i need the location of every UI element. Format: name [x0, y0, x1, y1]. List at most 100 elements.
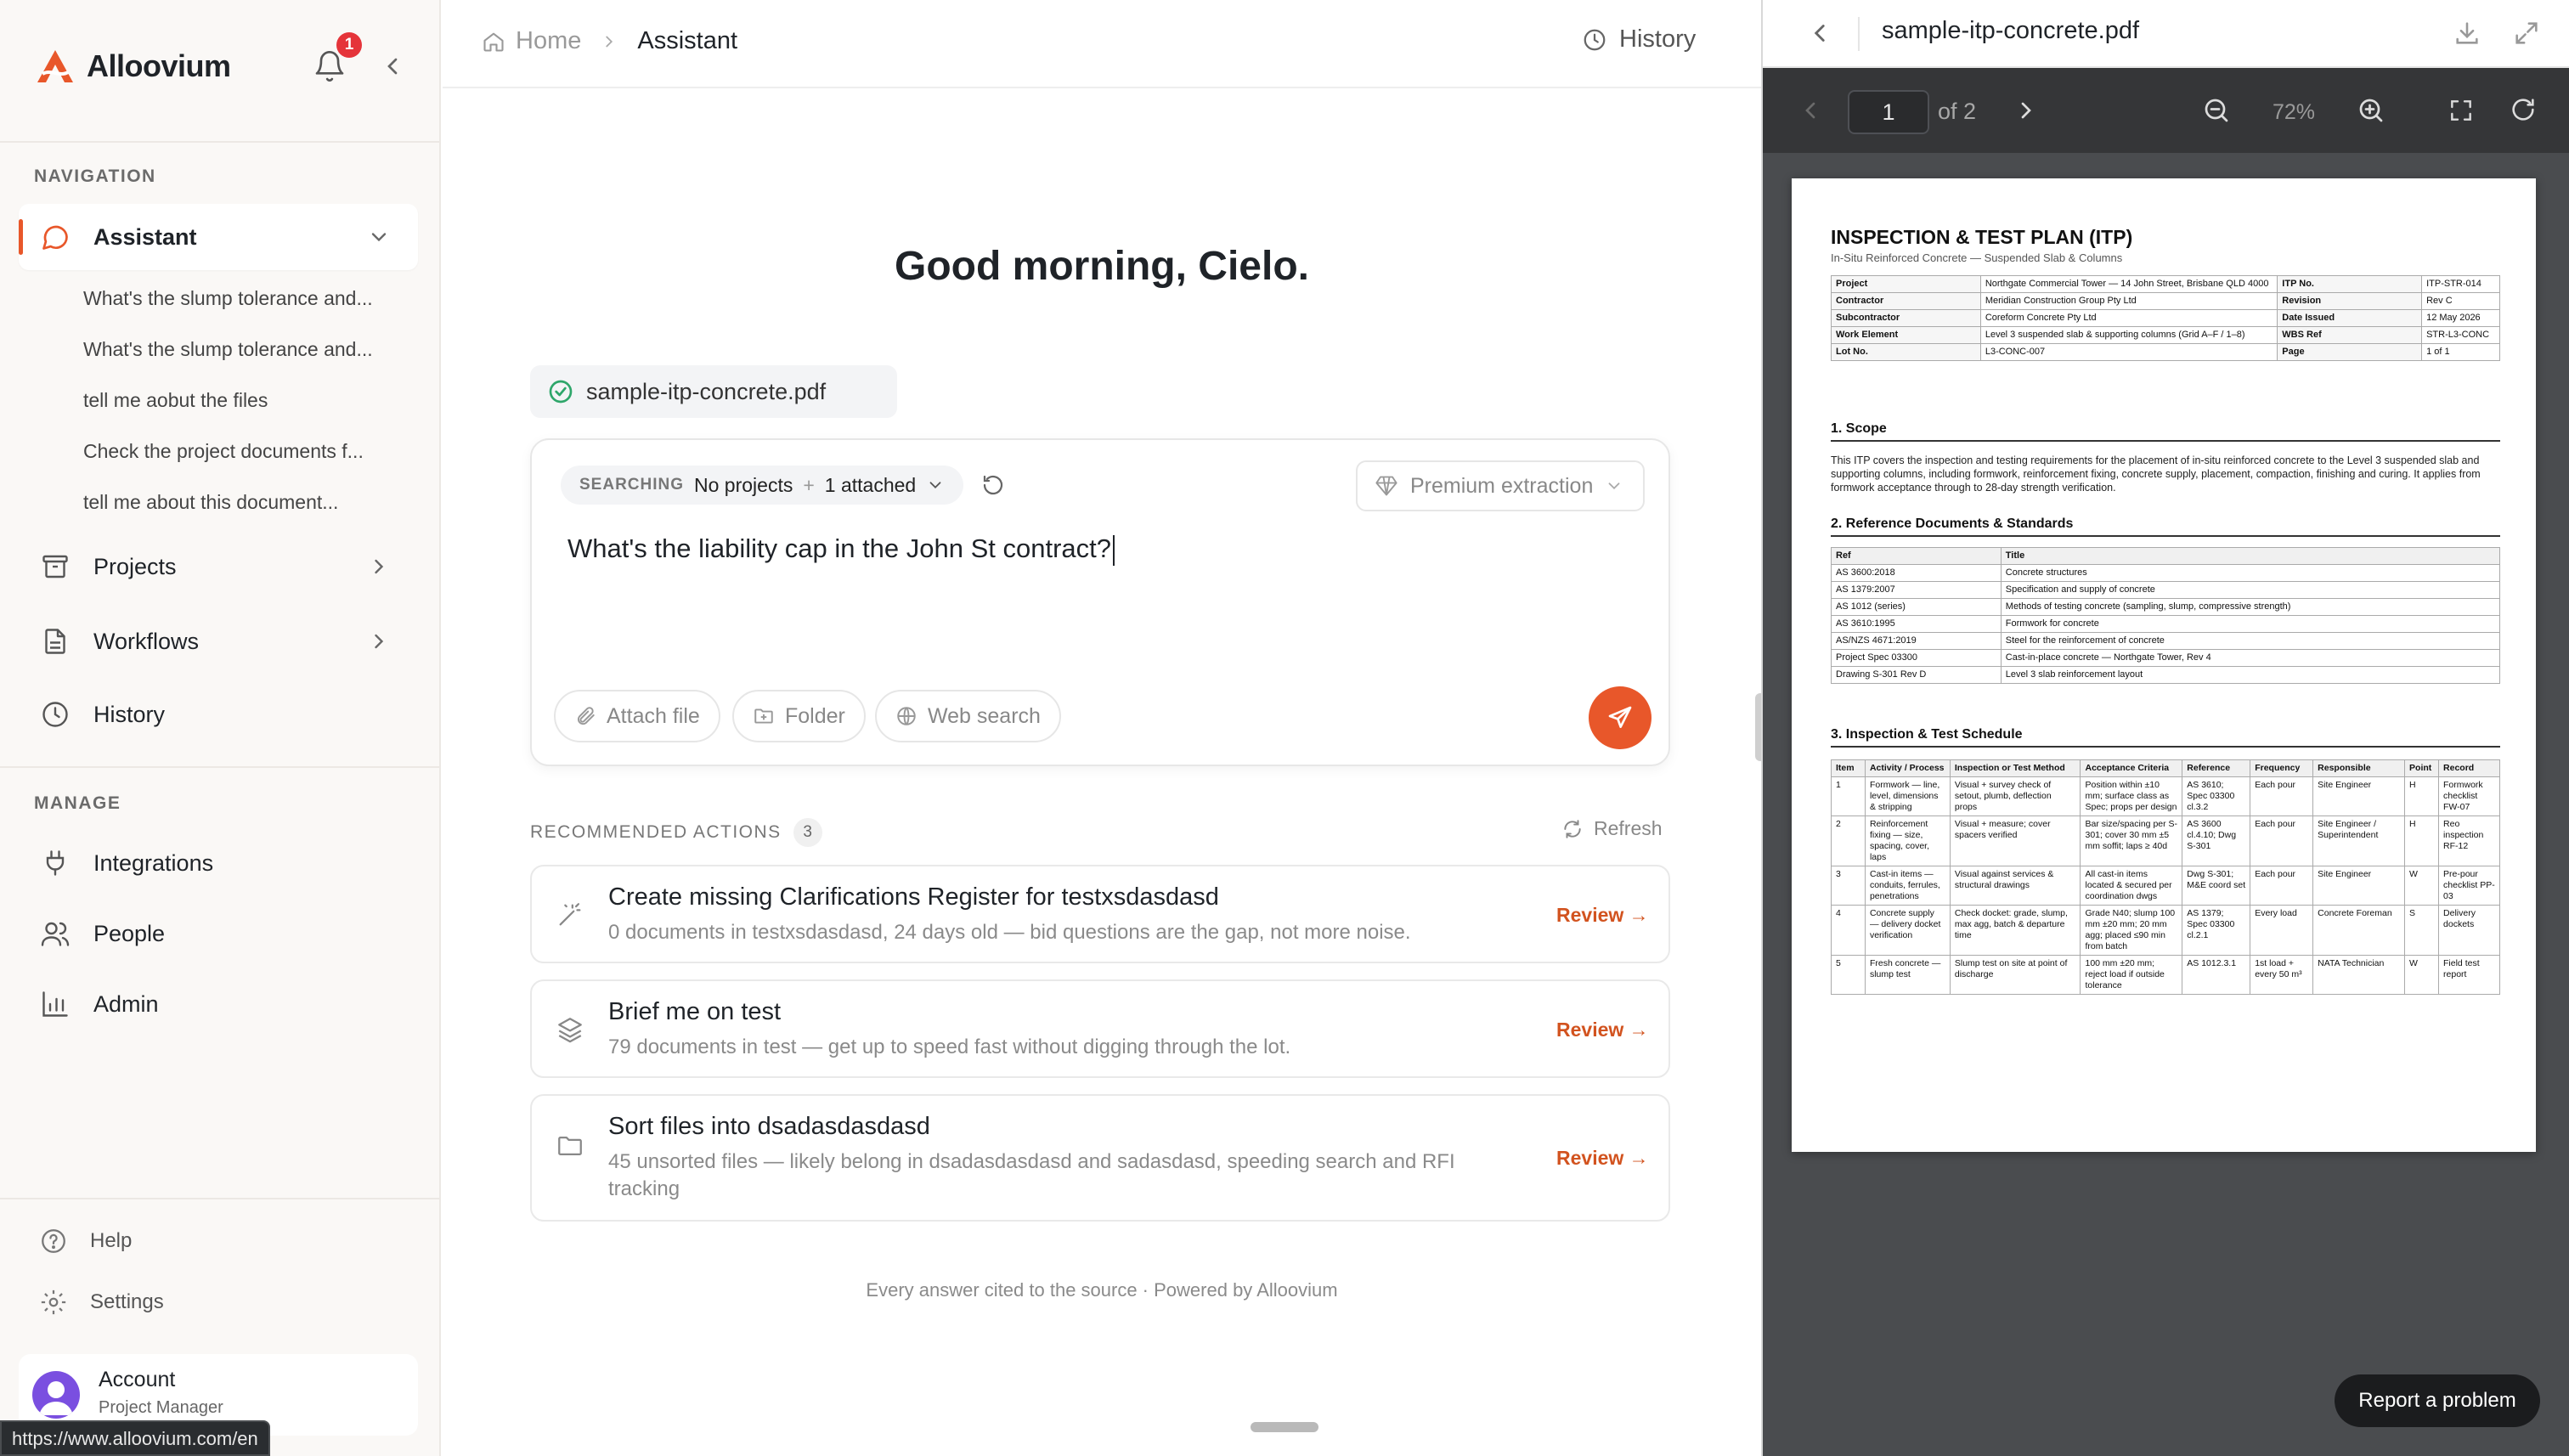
- table-cell: NATA Technician: [2312, 955, 2406, 995]
- rotate-icon[interactable]: [2509, 95, 2538, 124]
- sidebar-item-people[interactable]: People: [39, 917, 165, 950]
- table-cell: Project Spec 03300: [1831, 649, 2002, 667]
- table-cell: Meridian Construction Group Pty Ltd: [1979, 292, 2278, 310]
- report-problem-button[interactable]: Report a problem: [2335, 1374, 2540, 1427]
- chevron-down-icon: [926, 476, 945, 494]
- web-search-button[interactable]: Web search: [875, 690, 1061, 742]
- table-cell: L3-CONC-007: [1979, 343, 2278, 361]
- table-cell: Visual + survey check of setout, plumb, …: [1949, 776, 2081, 816]
- prev-page-icon[interactable]: [1797, 97, 1824, 124]
- sidebar-item-settings[interactable]: Settings: [39, 1288, 164, 1317]
- topbar: Home Assistant: [443, 0, 1761, 88]
- zoom-in-icon[interactable]: [2356, 95, 2386, 126]
- recent-chat-item[interactable]: What's the slump tolerance and...: [83, 338, 373, 361]
- table-cell: Coreform Concrete Pty Ltd: [1979, 309, 2278, 327]
- diamond-icon: [1375, 474, 1398, 498]
- fit-page-icon[interactable]: [2448, 97, 2475, 124]
- table-cell: ITP No.: [2277, 275, 2423, 293]
- refresh-label: Refresh: [1594, 817, 1663, 839]
- table-cell: Point: [2404, 759, 2440, 777]
- download-icon[interactable]: [2453, 19, 2481, 48]
- collapse-sidebar-icon[interactable]: [379, 53, 406, 80]
- drag-handle[interactable]: [1251, 1422, 1318, 1432]
- table-cell: Record: [2438, 759, 2500, 777]
- recommended-action-card[interactable]: Brief me on test 79 documents in test — …: [530, 979, 1670, 1078]
- table-cell: Pre-pour checklist PP-03: [2438, 866, 2500, 906]
- table-cell: AS 1012 (series): [1831, 598, 2002, 616]
- recent-chat-item[interactable]: tell me about this document...: [83, 491, 338, 514]
- attached-file-chip[interactable]: sample-itp-concrete.pdf: [530, 365, 897, 418]
- table-cell: Every load: [2250, 905, 2314, 956]
- review-link[interactable]: Review →: [1556, 1019, 1649, 1041]
- page-number-input[interactable]: 1: [1848, 90, 1929, 134]
- history-button[interactable]: History: [1582, 25, 1696, 54]
- query-input[interactable]: What's the liability cap in the John St …: [567, 533, 1115, 566]
- sidebar-item-workflows[interactable]: Workflows: [39, 625, 199, 657]
- table-cell: Grade N40; slump 100 mm ±20 mm; 20 mm ag…: [2080, 905, 2183, 956]
- chevron-down-icon[interactable]: [367, 225, 391, 249]
- sidebar-item-label: Assistant: [93, 223, 197, 250]
- table-cell: Dwg S-301; M&E coord set: [2182, 866, 2251, 906]
- recent-chat-item[interactable]: tell me aobut the files: [83, 389, 268, 412]
- sidebar-item-label: Help: [90, 1229, 133, 1252]
- back-icon[interactable]: [1805, 19, 1834, 48]
- chevron-right-icon[interactable]: [367, 555, 391, 578]
- folder-button[interactable]: Folder: [732, 690, 866, 742]
- status-bar-url: https://www.alloovium.com/en: [0, 1420, 270, 1456]
- table-cell: Formwork for concrete: [2000, 615, 2501, 633]
- send-button[interactable]: [1589, 686, 1652, 749]
- table-cell: Contractor: [1831, 292, 1981, 310]
- table-row: 5 Fresh concrete — slump test Slump test o…: [1831, 955, 2500, 995]
- scope-separator: +: [803, 473, 815, 496]
- sidebar-item-integrations[interactable]: Integrations: [39, 847, 213, 879]
- table-cell: Reo inspection RF-12: [2438, 815, 2500, 866]
- manage-label: MANAGE: [34, 793, 121, 813]
- chevron-right-icon[interactable]: [367, 629, 391, 653]
- table-cell: Responsible: [2312, 759, 2406, 777]
- table-cell: Site Engineer: [2312, 866, 2406, 906]
- chevron-right-icon: [600, 32, 618, 51]
- schedule-table: Item Activity / Process Inspection or Test…: [1831, 759, 2500, 995]
- project-meta-table: Project Northgate Commercial Tower — 14 J…: [1831, 275, 2500, 361]
- users-icon: [39, 917, 71, 950]
- table-cell: Bar size/spacing per S-301; cover 30 mm …: [2080, 815, 2183, 866]
- reset-icon[interactable]: [980, 472, 1006, 498]
- breadcrumb-home[interactable]: Home: [516, 27, 581, 55]
- table-row: AS 1012 (series) Methods of testing concr…: [1831, 598, 2501, 616]
- table-cell: W: [2404, 866, 2440, 906]
- refresh-button[interactable]: Refresh: [1561, 817, 1663, 840]
- recommended-action-card[interactable]: Create missing Clarifications Register f…: [530, 865, 1670, 963]
- table-cell: Steel for the reinforcement of concrete: [2000, 632, 2501, 650]
- table-cell: 100 mm ±20 mm; reject load if outside to…: [2080, 955, 2183, 995]
- home-icon[interactable]: [482, 30, 505, 54]
- sidebar-item-help[interactable]: Help: [39, 1227, 132, 1256]
- sidebar-item-assistant[interactable]: Assistant: [39, 221, 197, 253]
- review-link[interactable]: Review →: [1556, 1147, 1649, 1170]
- table-cell: Cast-in-place concrete — Northgate Tower…: [2000, 649, 2501, 667]
- recommended-action-card[interactable]: Sort files into dsadasdasdasd 45 unsorte…: [530, 1094, 1670, 1222]
- sidebar-item-history[interactable]: History: [39, 698, 165, 731]
- search-scope-dropdown[interactable]: SEARCHING No projects + 1 attached: [561, 466, 964, 505]
- table-cell: Formwork — line, level, dimensions & str…: [1864, 776, 1951, 816]
- recent-chat-item[interactable]: Check the project documents f...: [83, 440, 364, 463]
- folder-plus-icon: [753, 705, 775, 727]
- table-cell: AS 1012.3.1: [2182, 955, 2251, 995]
- divider: [1858, 17, 1860, 51]
- action-description: 45 unsorted files — likely belong in dsa…: [608, 1150, 1455, 1200]
- table-cell: 2: [1831, 815, 1866, 866]
- table-cell: Field test report: [2438, 955, 2500, 995]
- review-link[interactable]: Review →: [1556, 904, 1649, 927]
- table-cell: AS 3610; Spec 03300 cl.3.2: [2182, 776, 2251, 816]
- check-circle-icon: [547, 378, 574, 405]
- sidebar-item-admin[interactable]: Admin: [39, 988, 159, 1020]
- attach-file-button[interactable]: Attach file: [554, 690, 720, 742]
- table-cell: 1: [1831, 776, 1866, 816]
- expand-icon[interactable]: [2512, 19, 2541, 48]
- extraction-mode-dropdown[interactable]: Premium extraction: [1356, 460, 1645, 511]
- brand[interactable]: Alloovium: [36, 44, 231, 88]
- next-page-icon[interactable]: [2013, 97, 2040, 124]
- zoom-out-icon[interactable]: [2201, 95, 2232, 126]
- sidebar-item-projects[interactable]: Projects: [39, 550, 177, 583]
- recent-chat-item[interactable]: What's the slump tolerance and...: [83, 287, 373, 310]
- table-cell: Concrete structures: [2000, 564, 2501, 582]
